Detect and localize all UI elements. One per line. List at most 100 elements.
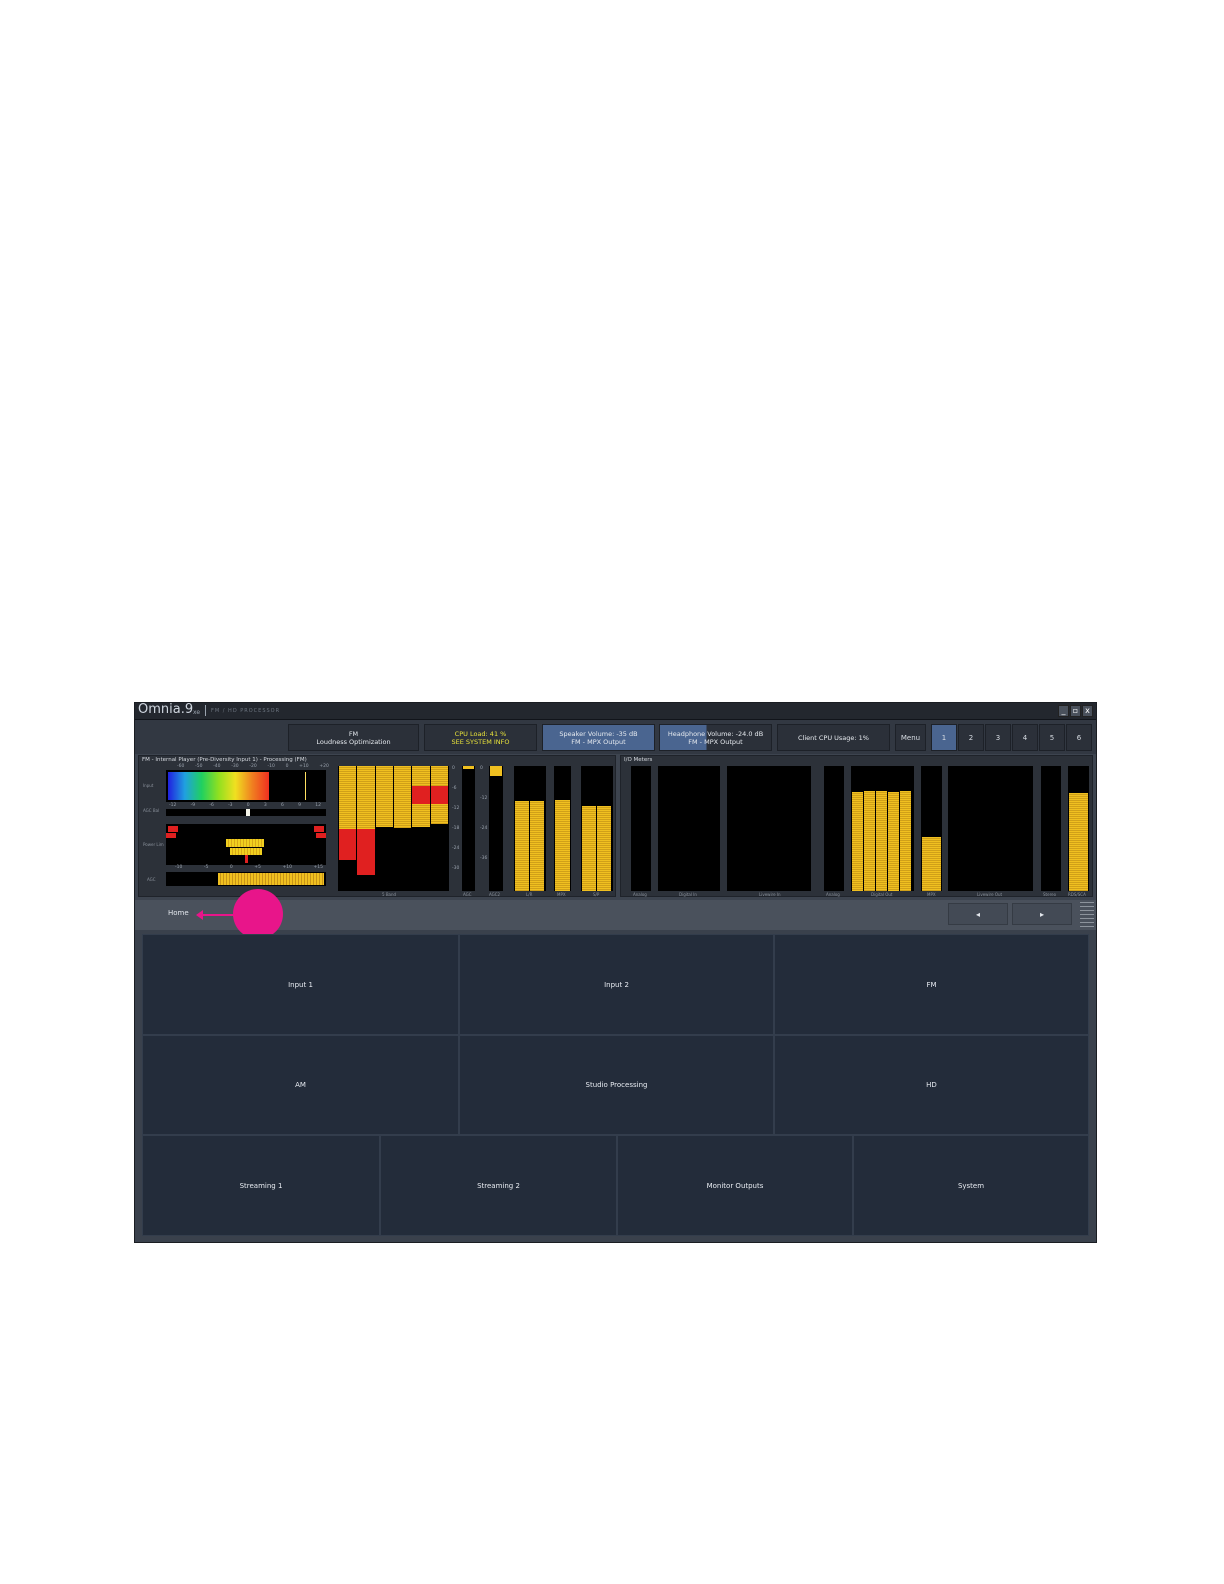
meters-area: FM - Internal Player (Pre-Diversity Inpu…	[135, 754, 1096, 900]
menu-tile-input-1[interactable]: Input 1	[142, 934, 459, 1035]
mpx-meter-bar	[555, 800, 570, 891]
scale-column: 0 -6 -12 -18 -24 -30	[452, 766, 460, 891]
sp-meter-bars	[582, 766, 612, 891]
scale-tick: 6	[281, 803, 284, 808]
processing-meters-panel: FM - Internal Player (Pre-Diversity Inpu…	[138, 755, 616, 897]
scale-tick: -30	[231, 764, 239, 769]
analog-in-meter	[631, 766, 651, 891]
cpu-load-status[interactable]: CPU Load: 41 % SEE SYSTEM INFO	[424, 724, 537, 751]
restore-button[interactable]: ▫	[1070, 705, 1081, 717]
tab-6[interactable]: 6	[1066, 724, 1092, 751]
breadcrumb-home[interactable]: Home	[168, 909, 189, 917]
agc-meter-bar	[463, 766, 474, 769]
agc-row-label: AGC	[147, 877, 156, 882]
tab-4[interactable]: 4	[1012, 724, 1038, 751]
menu-tile-input-2[interactable]: Input 2	[459, 934, 774, 1035]
scale-tick: -10	[267, 764, 275, 769]
tab-5[interactable]: 5	[1039, 724, 1065, 751]
five-band-bar	[430, 766, 448, 891]
analog-in-label: Analog	[633, 892, 647, 897]
scale-tick: -9	[190, 803, 196, 808]
speaker-volume-status[interactable]: Speaker Volume: -35 dB FM - MPX Output	[542, 724, 655, 751]
scale-tick: 9	[298, 803, 301, 808]
io-meters-title: I/O Meters	[624, 757, 653, 763]
five-band-bar-fill	[357, 766, 375, 829]
input-spectrum-meter	[166, 770, 326, 802]
level-bar	[515, 801, 529, 891]
menu-tile-system[interactable]: System	[853, 1135, 1089, 1236]
menu-button[interactable]: Menu	[895, 724, 926, 751]
agc-bal-row-label: AGC Bal	[143, 808, 160, 813]
next-page-button[interactable]: ▸	[1012, 903, 1072, 925]
scale-tick: +5	[254, 865, 261, 870]
mode-label: FM	[348, 729, 359, 738]
scale-tick: +15	[313, 865, 323, 870]
lr-meter-bars	[515, 766, 545, 891]
input-scale: -60 -50 -40 -30 -20 -10 0 +10 +20	[177, 764, 329, 769]
headphone-volume-status[interactable]: Headphone Volume: -24.0 dB FM - MPX Outp…	[659, 724, 772, 751]
sp-meter	[581, 766, 613, 891]
minimize-button[interactable]: _	[1058, 705, 1069, 717]
preset-label: Loudness Optimization	[316, 737, 391, 746]
power-limit-left-2	[166, 833, 176, 838]
tab-3[interactable]: 3	[985, 724, 1011, 751]
agc-meter	[462, 766, 475, 891]
scale-tick: 0	[246, 803, 250, 808]
five-band-bar-fill	[393, 766, 412, 828]
digital-in-label: Digital In	[679, 892, 697, 897]
mpx-out-meter	[921, 766, 942, 891]
menu-tile-streaming-2[interactable]: Streaming 2	[380, 1135, 617, 1236]
scale-tick: 0	[452, 766, 455, 771]
five-band-bar	[412, 766, 430, 891]
scale-tick: 0	[480, 766, 483, 771]
scale-tick: +10	[299, 764, 309, 769]
agc-balance-marker	[246, 809, 250, 816]
client-cpu-status: Client CPU Usage: 1%	[777, 724, 890, 751]
menu-tile-studio-processing[interactable]: Studio Processing	[459, 1035, 774, 1135]
sp-meter-label: S/P	[593, 892, 600, 897]
scale-tick: 12	[315, 803, 321, 808]
five-band-bar	[357, 766, 375, 891]
scale-tick: -12	[480, 796, 488, 801]
digital-out-meter	[851, 766, 914, 891]
five-band-bar	[339, 766, 357, 891]
five-band-bar-gain-reduction	[339, 829, 357, 860]
scale-tick: -60	[177, 764, 185, 769]
scale-tick: -30	[452, 866, 460, 871]
power-limiter-meter	[166, 824, 326, 865]
power-limit-right-2	[316, 833, 326, 838]
io-meters-panel: I/O Meters Analog Digital In Livewire In…	[620, 755, 1093, 897]
power-limit-bar-bottom	[230, 848, 262, 855]
close-button[interactable]: x	[1082, 705, 1093, 717]
scale-tick: -24	[480, 826, 488, 831]
scale-tick: -10	[175, 865, 183, 870]
power-limit-bar-top	[226, 839, 264, 847]
five-band-label: 5 Band	[382, 892, 397, 897]
mpx-out-label: MPX	[927, 892, 936, 897]
analog-out-meter	[824, 766, 844, 891]
tab-1[interactable]: 1	[931, 724, 957, 751]
level-bar	[597, 806, 611, 891]
previous-page-button[interactable]: ◂	[948, 903, 1008, 925]
scale-tick: -20	[249, 764, 257, 769]
tab-2[interactable]: 2	[958, 724, 984, 751]
annotation-callout-marker	[233, 889, 283, 939]
speaker-volume-label: Speaker Volume: -35 dB	[559, 729, 638, 738]
menu-tile-am[interactable]: AM	[142, 1035, 459, 1135]
agc2-meter-bar	[490, 766, 502, 776]
scale-tick: -3	[228, 803, 233, 808]
menu-tile-fm[interactable]: FM	[774, 934, 1089, 1035]
menu-tile-streaming-1[interactable]: Streaming 1	[142, 1135, 380, 1236]
level-bar	[582, 806, 596, 891]
five-band-bar-fill	[375, 766, 393, 827]
resize-grip-icon[interactable]	[1080, 902, 1094, 928]
power-limit-left	[168, 826, 178, 832]
five-band-bar-fill	[339, 766, 357, 829]
processing-mode-status[interactable]: FM Loudness Optimization	[288, 724, 419, 751]
menu-tile-monitor-outputs[interactable]: Monitor Outputs	[617, 1135, 853, 1236]
five-band-bar-gain-reduction	[430, 786, 448, 804]
scale-column: 0 -12 -24 -36	[480, 766, 488, 891]
menu-tile-hd[interactable]: HD	[774, 1035, 1089, 1135]
livewire-in-meter	[727, 766, 811, 891]
level-bar	[876, 791, 887, 891]
